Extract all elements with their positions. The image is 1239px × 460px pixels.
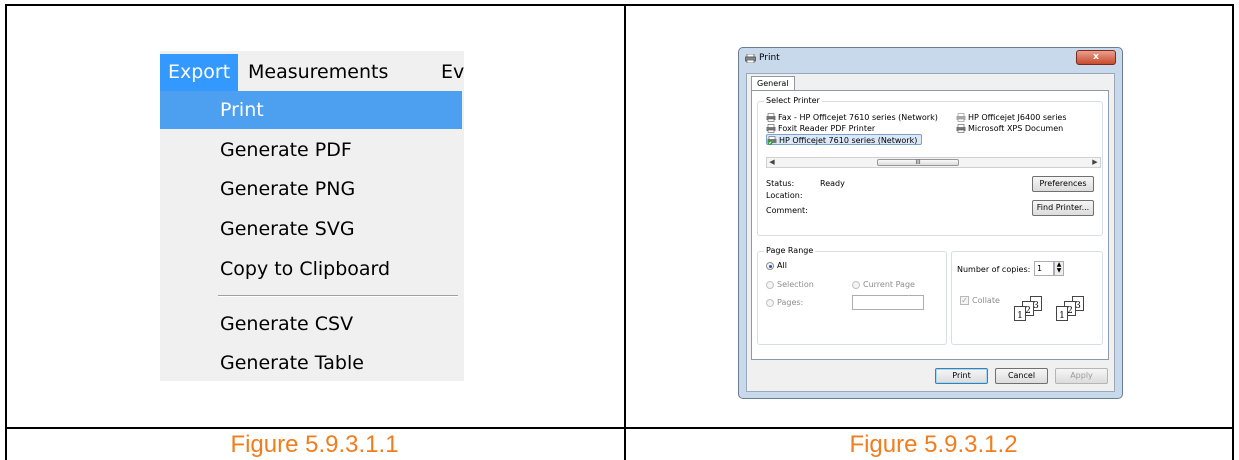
general-tab-panel: Select Printer Fax - HP Officejet 7610 s…	[751, 90, 1109, 360]
copies-label: Number of copies:	[957, 265, 1031, 274]
close-button[interactable]: x	[1076, 50, 1116, 65]
scroll-right-icon[interactable]: ▶	[1090, 158, 1100, 167]
printer-list-scrollbar[interactable]: ◀ III ▶	[766, 157, 1101, 168]
printer-icon	[745, 54, 756, 63]
menu-bar: Export Measurements Ev	[160, 54, 464, 91]
printer-hp-j6400[interactable]: HP Officejet J6400 series	[956, 112, 1067, 123]
printer-name: HP Officejet 7610 series (Network)	[779, 136, 918, 145]
menu-item-print[interactable]: Print	[160, 91, 462, 129]
scroll-thumb[interactable]: III	[877, 159, 959, 166]
export-menu-screenshot: Export Measurements Ev Print Generate PD…	[160, 51, 464, 381]
menu-item-generate-table[interactable]: Generate Table	[160, 344, 462, 382]
caption-divider	[7, 427, 1232, 429]
dialog-body: General Select Printer Fax - HP Officeje…	[746, 73, 1115, 392]
pages-input[interactable]	[852, 295, 924, 310]
printer-name: Microsoft XPS Documen	[968, 124, 1064, 133]
spin-down-icon[interactable]: ▼	[1055, 268, 1063, 274]
tab-general[interactable]: General	[751, 76, 795, 91]
menu-export[interactable]: Export	[160, 54, 239, 91]
printer-icon	[766, 124, 776, 133]
status-label: Status:	[766, 179, 795, 188]
radio-all[interactable]	[766, 262, 774, 270]
status-value: Ready	[820, 179, 845, 188]
scroll-left-icon[interactable]: ◀	[767, 158, 777, 167]
default-printer-check-icon	[767, 136, 777, 145]
menu-item-generate-svg[interactable]: Generate SVG	[160, 210, 462, 248]
apply-button[interactable]: Apply	[1055, 368, 1108, 384]
comment-label: Comment:	[766, 206, 808, 215]
page-range-group: Page Range All Selection Current Page Pa…	[757, 246, 947, 345]
find-printer-button[interactable]: Find Printer...	[1032, 200, 1094, 216]
printer-fax[interactable]: Fax - HP Officejet 7610 series (Network)	[766, 112, 938, 123]
printer-name: HP Officejet J6400 series	[968, 113, 1067, 122]
printer-xps[interactable]: Microsoft XPS Documen	[956, 123, 1063, 134]
copies-group: Number of copies: 1 ▲ ▼ ✓ Collate 3 2 1 …	[951, 251, 1103, 345]
cancel-button[interactable]: Cancel	[995, 368, 1048, 384]
table-divider	[624, 6, 626, 460]
menu-ev[interactable]: Ev	[441, 54, 464, 91]
menu-item-generate-png[interactable]: Generate PNG	[160, 170, 462, 208]
collate-label: Collate	[972, 296, 1000, 305]
radio-pages-label: Pages:	[777, 298, 804, 307]
caption-left: Figure 5.9.3.1.1	[230, 431, 399, 458]
menu-measurements[interactable]: Measurements	[248, 54, 388, 91]
page-range-label: Page Range	[764, 246, 816, 255]
radio-selection[interactable]	[766, 281, 774, 289]
radio-current-page[interactable]	[852, 281, 860, 289]
select-printer-group: Select Printer Fax - HP Officejet 7610 s…	[757, 96, 1103, 236]
select-printer-label: Select Printer	[764, 96, 822, 105]
print-button[interactable]: Print	[935, 368, 988, 384]
menu-item-generate-csv[interactable]: Generate CSV	[160, 305, 462, 343]
printer-icon	[956, 113, 966, 122]
menu-separator	[218, 295, 458, 297]
radio-all-label: All	[777, 261, 787, 270]
caption-right: Figure 5.9.3.1.2	[849, 431, 1018, 458]
dialog-title: Print	[759, 53, 780, 63]
fax-printer-icon	[766, 113, 776, 122]
radio-current-page-label: Current Page	[863, 280, 915, 289]
printer-hp-7610[interactable]: HP Officejet 7610 series (Network)	[766, 134, 923, 145]
menu-item-generate-pdf[interactable]: Generate PDF	[160, 131, 462, 169]
printer-list: Fax - HP Officejet 7610 series (Network)…	[766, 112, 1101, 152]
printer-icon	[956, 124, 966, 133]
radio-selection-label: Selection	[777, 280, 814, 289]
menu-item-copy-to-clipboard[interactable]: Copy to Clipboard	[160, 250, 462, 288]
copies-input[interactable]: 1	[1034, 261, 1054, 276]
printer-name: Fax - HP Officejet 7610 series (Network)	[778, 113, 938, 122]
location-label: Location:	[766, 191, 803, 200]
printer-foxit[interactable]: Foxit Reader PDF Printer	[766, 123, 875, 134]
printer-name: Foxit Reader PDF Printer	[778, 124, 876, 133]
preferences-button[interactable]: Preferences	[1032, 176, 1094, 192]
collate-checkbox[interactable]: ✓	[960, 296, 969, 305]
copies-spinner[interactable]: ▲ ▼	[1054, 261, 1064, 276]
print-dialog: Print x General Select Printer Fax - HP …	[738, 47, 1123, 399]
radio-pages[interactable]	[766, 299, 774, 307]
